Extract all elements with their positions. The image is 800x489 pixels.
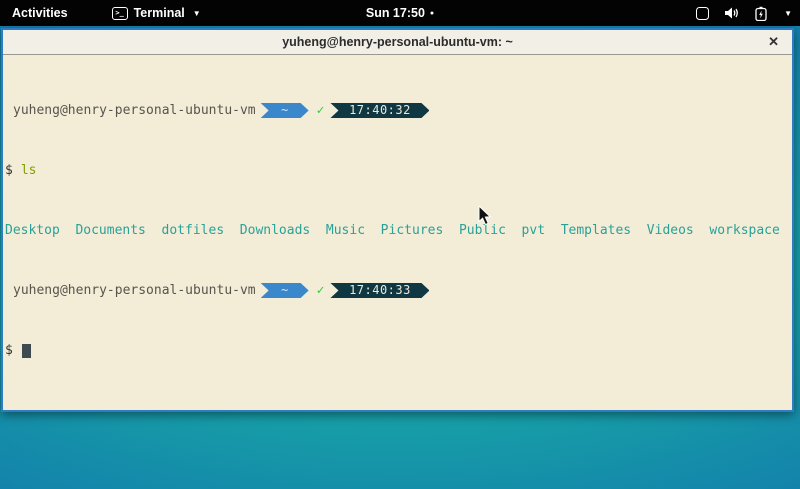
- command-line: $ ls: [5, 163, 790, 178]
- prompt-path: ~: [281, 283, 288, 298]
- terminal-body[interactable]: yuheng@henry-personal-ubuntu-vm ~ ✓ 17:4…: [3, 55, 792, 406]
- clock-button[interactable]: Sun 17:50 ●: [366, 0, 434, 26]
- activities-button[interactable]: Activities: [0, 0, 80, 26]
- directory-listing: Desktop Documents dotfiles Downloads Mus…: [5, 223, 780, 238]
- terminal-cursor: [22, 344, 31, 358]
- typed-command: ls: [21, 163, 37, 178]
- notification-dot: ●: [430, 10, 434, 17]
- prompt-line-2: yuheng@henry-personal-ubuntu-vm ~ ✓ 17:4…: [5, 283, 790, 298]
- system-status-area[interactable]: ▼: [696, 0, 792, 26]
- prompt-time-2: 17:40:33: [349, 283, 411, 298]
- checkmark-icon: ✓: [317, 103, 325, 118]
- terminal-app-icon: >_: [112, 7, 128, 20]
- prompt-user-host: yuheng@henry-personal-ubuntu-vm: [13, 283, 256, 298]
- app-menu-label: Terminal: [134, 6, 185, 20]
- chevron-down-icon: ▼: [193, 9, 201, 18]
- prompt-dollar: $: [5, 343, 13, 358]
- prompt-dollar: $: [5, 163, 13, 178]
- powerline-path-segment: ~: [261, 283, 309, 298]
- terminal-window: yuheng@henry-personal-ubuntu-vm: ~ ✕ yuh…: [1, 28, 794, 412]
- app-menu-terminal[interactable]: >_ Terminal ▼: [106, 0, 207, 26]
- prompt-path: ~: [281, 103, 288, 118]
- window-titlebar[interactable]: yuheng@henry-personal-ubuntu-vm: ~ ✕: [3, 30, 792, 55]
- volume-icon: [724, 6, 740, 20]
- window-title: yuheng@henry-personal-ubuntu-vm: ~: [282, 35, 513, 49]
- prompt-user-host: yuheng@henry-personal-ubuntu-vm: [13, 103, 256, 118]
- top-bar: Activities >_ Terminal ▼ Sun 17:50 ●: [0, 0, 800, 26]
- network-wired-icon: [696, 7, 709, 20]
- system-menu-chevron-icon: ▼: [784, 9, 792, 18]
- activities-label: Activities: [12, 6, 68, 20]
- powerline-path-segment: ~: [261, 103, 309, 118]
- close-button[interactable]: ✕: [768, 30, 779, 54]
- clock-label: Sun 17:50: [366, 6, 425, 20]
- battery-charging-icon: [755, 6, 767, 21]
- desktop-screen: Activities >_ Terminal ▼ Sun 17:50 ●: [0, 0, 800, 489]
- input-line: $: [5, 343, 790, 358]
- powerline-time-segment: 17:40:33: [330, 283, 429, 298]
- desktop-wallpaper: yuheng@henry-personal-ubuntu-vm: ~ ✕ yuh…: [0, 26, 800, 489]
- prompt-time-1: 17:40:32: [349, 103, 411, 118]
- ls-output-line: Desktop Documents dotfiles Downloads Mus…: [5, 223, 790, 238]
- prompt-line-1: yuheng@henry-personal-ubuntu-vm ~ ✓ 17:4…: [5, 103, 790, 118]
- checkmark-icon: ✓: [317, 283, 325, 298]
- powerline-time-segment: 17:40:32: [330, 103, 429, 118]
